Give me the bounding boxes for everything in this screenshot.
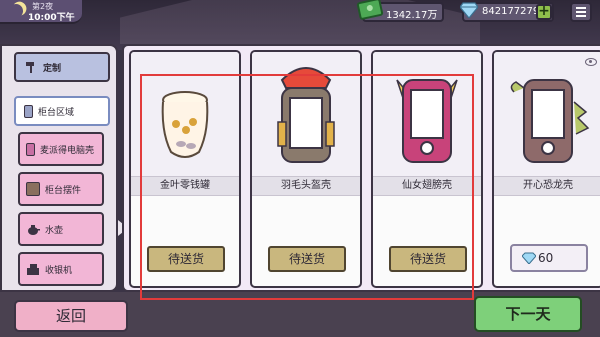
product-image [131, 52, 239, 176]
add-gems-button[interactable]: + [536, 4, 552, 20]
sidebar-item-label: 定制 [43, 63, 62, 74]
pending-delivery-button[interactable]: 待送货 [389, 246, 467, 272]
gem-value: 842177279 [482, 6, 540, 17]
diamond-icon [522, 252, 536, 264]
sidebar-item-phone-case[interactable]: 麦派得电脑壳 [18, 132, 104, 166]
product-image [494, 52, 600, 176]
sidebar-item-label: 麦派得电脑壳 [40, 145, 95, 156]
product-name: 开心恐龙壳 [494, 176, 600, 196]
product-image [252, 52, 360, 176]
phone-icon [24, 104, 33, 118]
sidebar-item-label: 水壶 [45, 225, 64, 236]
eye-icon[interactable] [585, 58, 597, 66]
money-counter: 1342.17万 [356, 0, 444, 22]
product-card[interactable]: 开心恐龙壳 60 [492, 50, 600, 288]
next-day-button[interactable]: 下一天 [474, 296, 582, 332]
sidebar-item-counter-decor[interactable]: 柜台摆件 [18, 172, 104, 206]
helmet-case-icon [277, 67, 335, 163]
dinosaur-case-icon [510, 79, 590, 163]
product-card[interactable]: 仙女翅膀壳 待送货 [371, 50, 483, 288]
diamond-icon [460, 2, 478, 18]
sidebar-item-counter-area[interactable]: 柜台区域 [14, 96, 110, 126]
menu-button[interactable] [570, 2, 592, 22]
sidebar-item-label: 收银机 [45, 265, 73, 276]
product-image [373, 52, 481, 176]
phone-case-icon [26, 142, 35, 156]
product-name: 仙女翅膀壳 [373, 176, 481, 196]
back-button[interactable]: 返回 [14, 300, 128, 332]
product-card[interactable]: 金叶零钱罐 待送货 [129, 50, 241, 288]
coin-jar-icon [161, 91, 209, 158]
product-card[interactable]: 羽毛头盔壳 待送货 [250, 50, 362, 288]
cash-register-icon [27, 264, 39, 275]
sidebar-item-kettle[interactable]: 水壶 [18, 212, 104, 246]
moon-icon [7, 2, 25, 20]
sidebar-item-label: 柜台摆件 [45, 185, 82, 196]
hammer-icon [26, 62, 34, 73]
buy-price-button[interactable]: 60 [510, 244, 588, 272]
menu-icon [576, 7, 586, 9]
wings-case-icon [396, 79, 458, 163]
time-label: 10:00下午 [28, 13, 75, 23]
pending-delivery-button[interactable]: 待送货 [147, 246, 225, 272]
day-time-badge: 第2夜 10:00下午 [0, 0, 82, 24]
sidebar-item-cash-register[interactable]: 收银机 [18, 252, 104, 286]
product-name: 金叶零钱罐 [131, 176, 239, 196]
money-value: 1342.17万 [386, 10, 438, 21]
category-sidebar: 定制 柜台区域 麦派得电脑壳 柜台摆件 水壶 收银机 [0, 44, 118, 292]
kettle-icon [28, 225, 40, 235]
price-value: 60 [538, 251, 554, 265]
pending-delivery-button[interactable]: 待送货 [268, 246, 346, 272]
cash-icon [356, 0, 384, 21]
sidebar-item-label: 柜台区域 [38, 107, 75, 118]
product-name: 羽毛头盔壳 [252, 176, 360, 196]
shelf-icon [26, 182, 40, 196]
sidebar-item-custom[interactable]: 定制 [14, 52, 110, 82]
